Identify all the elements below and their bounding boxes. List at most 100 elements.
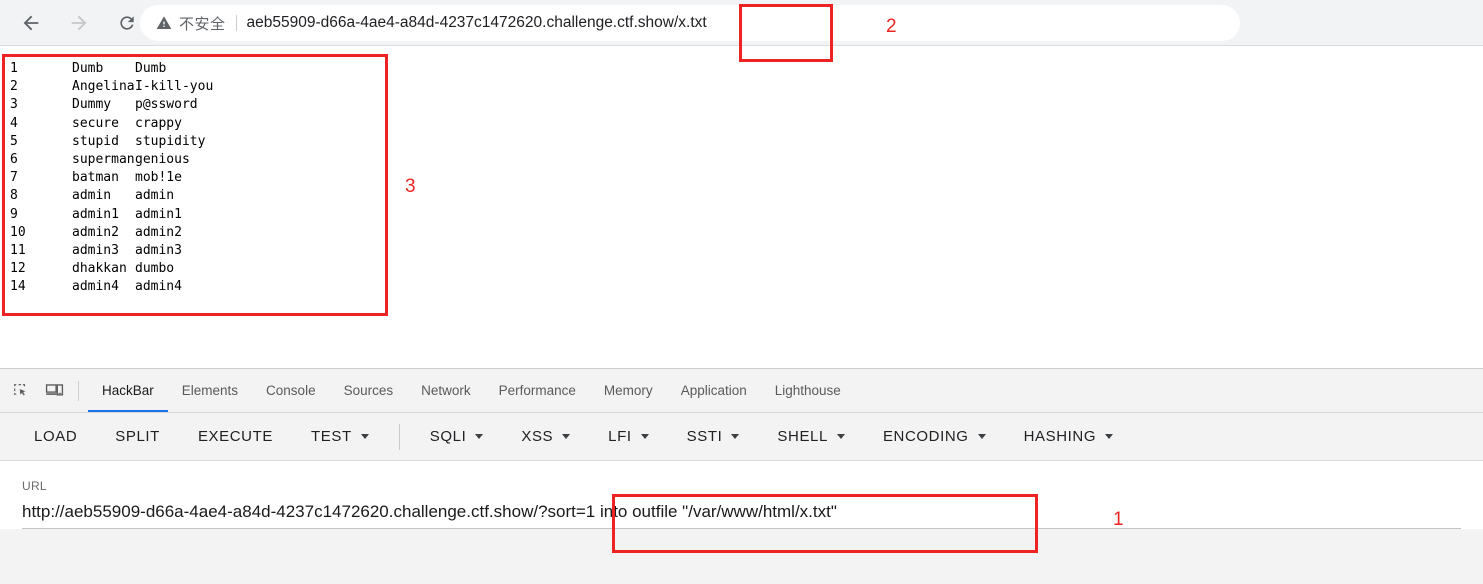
hackbar-button-label: SHELL: [777, 428, 828, 445]
back-button[interactable]: [14, 6, 48, 40]
url-field-label: URL: [22, 479, 47, 493]
forward-arrow-icon: [71, 15, 87, 31]
forward-button[interactable]: [62, 6, 96, 40]
chevron-down-icon: [836, 434, 845, 439]
hackbar-button-test[interactable]: TEST: [311, 428, 369, 445]
url-field-value[interactable]: http://aeb55909-d66a-4ae4-a84d-4237c1472…: [22, 502, 1461, 529]
reload-button[interactable]: [110, 6, 144, 40]
credential-password: admin: [135, 188, 175, 204]
credential-password: mob!1e: [135, 170, 182, 186]
line-number: 1: [10, 61, 18, 76]
credential-password: admin3: [135, 242, 182, 258]
hackbar-button-label: HASHING: [1023, 428, 1097, 445]
credential-username: admin2: [72, 224, 119, 240]
credential-password: dumbo: [135, 261, 175, 277]
line-number: 6: [10, 151, 18, 167]
hackbar-toolbar-divider: [398, 423, 400, 450]
hackbar-button-label: EXECUTE: [197, 428, 273, 445]
credential-username: admin1: [72, 206, 119, 222]
reload-icon: [120, 16, 134, 30]
hackbar-button-sqli[interactable]: SQLI: [430, 428, 484, 445]
hackbar-button-encoding[interactable]: ENCODING: [883, 428, 986, 445]
credential-password: I-kill-you: [135, 79, 214, 95]
hackbar-button-load[interactable]: LOAD: [34, 428, 77, 445]
credential-password: admin4: [135, 279, 182, 295]
text-file-line: 10 admin2 admin2: [10, 224, 213, 242]
credential-username: admin3: [72, 242, 119, 258]
devtools-tab-lighthouse[interactable]: Lighthouse: [761, 369, 855, 412]
text-file-line: 7 batman mob!1e: [10, 169, 213, 187]
hackbar-button-label: TEST: [311, 428, 352, 445]
omnibox-divider: [235, 15, 237, 31]
security-status-label: 不安全: [179, 14, 226, 33]
text-file-line: 8 admin admin: [10, 187, 213, 205]
inspect-element-button[interactable]: [6, 377, 34, 405]
line-number: 2: [10, 79, 18, 95]
credential-username: batman: [72, 170, 119, 186]
devtools-tab-hackbar[interactable]: HackBar: [88, 369, 168, 412]
hackbar-button-label: LOAD: [34, 428, 78, 445]
hackbar-url-field[interactable]: URL http://aeb55909-d66a-4ae4-a84d-4237c…: [0, 461, 1483, 529]
hackbar-button-shell[interactable]: SHELL: [777, 428, 845, 445]
line-number: 3: [10, 97, 18, 113]
devtools-tab-application[interactable]: Application: [667, 369, 761, 412]
hackbar-button-label: SSTI: [686, 428, 723, 445]
address-bar-url: aeb55909-d66a-4ae4-a84d-4237c1472620.cha…: [246, 14, 707, 31]
credential-password: admin1: [135, 206, 182, 222]
hackbar-button-execute[interactable]: EXECUTE: [198, 428, 273, 445]
hackbar-button-xss[interactable]: XSS: [521, 428, 571, 445]
credential-username: stupid: [72, 133, 119, 149]
line-number: 8: [10, 188, 18, 204]
inspect-element-icon: [13, 384, 25, 396]
line-number: 10: [10, 224, 26, 240]
devtools-tabbar-divider: [78, 380, 79, 401]
devtools-tab-network[interactable]: Network: [407, 369, 485, 412]
hackbar-button-ssti[interactable]: SSTI: [687, 428, 740, 445]
credential-username: Dumb: [72, 61, 104, 76]
chevron-down-icon: [360, 434, 369, 439]
line-number: 12: [10, 261, 26, 277]
credential-username: Angelina: [72, 79, 135, 95]
devtools-tab-memory[interactable]: Memory: [590, 369, 667, 412]
browser-toolbar: 不安全 aeb55909-d66a-4ae4-a84d-4237c1472620…: [0, 0, 1483, 46]
chevron-down-icon: [731, 434, 740, 439]
text-file-line: 5 stupid stupidity: [10, 133, 213, 151]
warning-triangle-icon: [156, 15, 172, 31]
chevron-down-icon: [640, 434, 649, 439]
credential-password: genious: [135, 151, 190, 167]
chevron-down-icon: [977, 434, 986, 439]
credential-username: admin4: [72, 279, 119, 295]
hackbar-button-lfi[interactable]: LFI: [608, 428, 649, 445]
credential-username: admin: [72, 188, 112, 204]
device-toolbar-button[interactable]: [40, 377, 68, 405]
credential-password: stupidity: [135, 133, 206, 149]
hackbar-button-label: LFI: [608, 428, 632, 445]
line-number: 7: [10, 170, 18, 186]
line-number: 14: [10, 279, 26, 295]
text-file-line: 3 Dummy p@ssword: [10, 96, 213, 114]
devtools-tab-console[interactable]: Console: [252, 369, 330, 412]
line-number: 4: [10, 115, 18, 131]
text-file-line: 12 dhakkan dumbo: [10, 260, 213, 278]
credential-password: crappy: [135, 115, 182, 131]
hackbar-button-label: XSS: [521, 428, 554, 445]
text-file-line: 4 secure crappy: [10, 115, 213, 133]
line-number: 5: [10, 133, 18, 149]
credential-username: dhakkan: [72, 261, 127, 277]
hackbar-button-hashing[interactable]: HASHING: [1024, 428, 1114, 445]
annotation-number-3: 3: [405, 176, 416, 197]
device-toolbar-icon: [45, 384, 63, 396]
credential-password: Dumb: [135, 61, 167, 76]
devtools-tab-performance[interactable]: Performance: [485, 369, 590, 412]
devtools-tab-sources[interactable]: Sources: [330, 369, 408, 412]
line-number: 9: [10, 206, 18, 222]
hackbar-button-split[interactable]: SPLIT: [115, 428, 160, 445]
devtools-panel: HackBar Elements Console Sources Network Perf…: [0, 368, 1483, 584]
annotation-number-1: 1: [1113, 509, 1124, 530]
devtools-tab-elements[interactable]: Elements: [168, 369, 252, 412]
address-bar[interactable]: 不安全 aeb55909-d66a-4ae4-a84d-4237c1472620…: [140, 5, 1240, 41]
text-file-listing: 1 Dumb Dumb 2 AngelinaI-kill-you 3 Dummy p@sswo…: [10, 60, 213, 296]
chevron-down-icon: [562, 434, 571, 439]
page-content-area: 1 Dumb Dumb 2 AngelinaI-kill-you 3 Dummy p@sswo…: [0, 46, 1483, 351]
text-file-line: 6 supermangenious: [10, 151, 213, 169]
